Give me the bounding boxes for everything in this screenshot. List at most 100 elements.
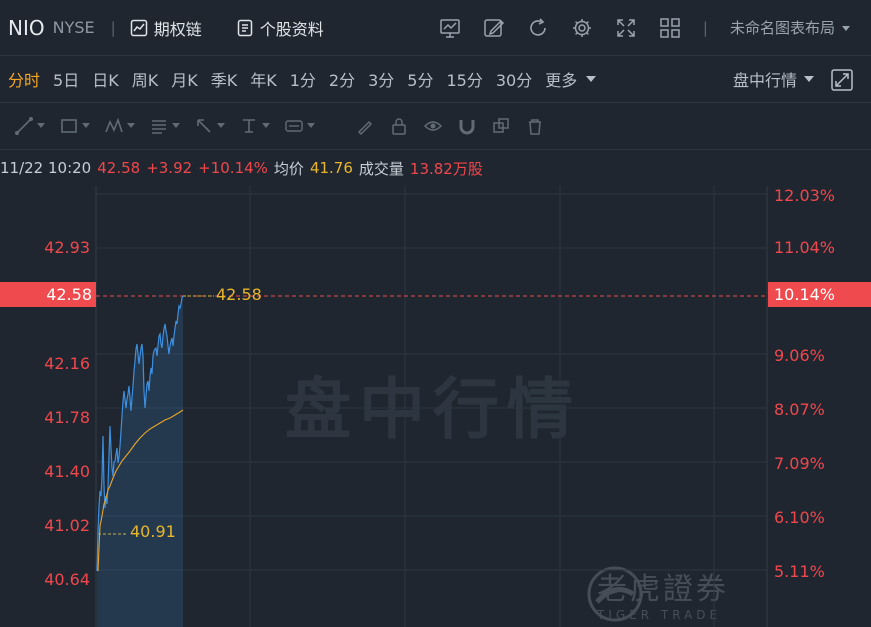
brush-icon	[357, 120, 373, 136]
options-chain-button[interactable]: 期权链	[130, 16, 202, 40]
fib-icon	[152, 120, 166, 134]
percent-axis-tick: 5.11%	[774, 562, 825, 581]
visibility-icon	[423, 121, 443, 131]
period-tab[interactable]: 分时	[8, 67, 40, 91]
caret-down-icon	[262, 123, 270, 128]
fib-tool[interactable]	[149, 116, 180, 136]
quote-price: 42.58	[97, 159, 141, 177]
percent-axis-tick: 12.03%	[774, 186, 836, 205]
period-tab[interactable]: 5分	[407, 67, 433, 91]
volume-value: 13.82万股	[409, 159, 483, 178]
document-icon	[237, 19, 252, 36]
intraday-chart[interactable]: 盘中行情 老虎證券 TIGER TRADE 42.93 42.16 41.78 41.…	[0, 186, 871, 627]
chevron-down-icon	[842, 25, 850, 31]
brush-tool[interactable]	[355, 116, 375, 136]
period-tab[interactable]: 3分	[368, 67, 394, 91]
arrow-icon	[197, 119, 211, 133]
price-axis-tick: 41.02	[44, 516, 90, 535]
chart-settings-icon[interactable]	[439, 17, 461, 39]
last-price-inline-label: 42.58	[216, 285, 262, 304]
caret-down-icon	[82, 123, 90, 128]
clone-tool[interactable]	[491, 116, 511, 136]
arrow-tool[interactable]	[194, 116, 225, 136]
session-label: 盘中行情	[732, 71, 797, 90]
price-axis-tick: 42.16	[44, 354, 90, 373]
trend-line-tool[interactable]	[14, 116, 45, 136]
avg-price-label: 均价	[273, 159, 304, 178]
edit-icon[interactable]	[483, 17, 505, 39]
trend-line-icon	[15, 117, 33, 135]
caret-down-icon	[37, 123, 45, 128]
period-tab[interactable]: 日K	[92, 67, 119, 91]
stock-profile-label: 个股资料	[259, 19, 324, 39]
price-axis-tick: 42.93	[44, 238, 90, 257]
layout-name: 未命名图表布局	[729, 19, 835, 37]
price-axis-tick: 41.40	[44, 462, 90, 481]
grid-layout-icon[interactable]	[659, 17, 681, 39]
chevron-down-icon	[804, 76, 814, 82]
drawing-toolbar	[0, 103, 871, 150]
avg-price-value: 41.76	[309, 159, 353, 177]
session-selector[interactable]: 盘中行情	[733, 56, 815, 102]
period-tab[interactable]: 5日	[53, 67, 79, 91]
trash-icon	[529, 119, 541, 135]
price-axis-tick: 40.64	[44, 570, 90, 589]
magnet-icon	[459, 120, 475, 135]
price-axis-tick: 41.78	[44, 408, 90, 427]
period-tab[interactable]: 年K	[250, 67, 277, 91]
period-tab[interactable]: 月K	[171, 67, 198, 91]
quote-info-bar: 11/22 10:20 42.58 +3.92 +10.14% 均价 41.76…	[0, 152, 871, 184]
fullscreen-icon[interactable]	[615, 17, 637, 39]
price-label-icon	[285, 120, 303, 132]
percent-axis-tick: 11.04%	[774, 238, 836, 257]
options-chain-icon	[130, 19, 147, 36]
chart-canvas	[95, 186, 768, 627]
text-icon	[243, 119, 255, 133]
percent-axis-tick: 9.06%	[774, 346, 825, 365]
caret-down-icon	[217, 123, 225, 128]
quote-change: +3.92	[146, 159, 193, 177]
lock-tool[interactable]	[389, 116, 409, 136]
percent-axis-tick: 7.09%	[774, 454, 825, 473]
quote-change-pct: +10.14%	[198, 159, 268, 177]
volume-label: 成交量	[358, 159, 404, 178]
caret-down-icon	[172, 123, 180, 128]
text-tool[interactable]	[239, 116, 270, 136]
visibility-tool[interactable]	[423, 116, 443, 136]
clone-icon	[493, 118, 509, 133]
gear-icon[interactable]	[571, 17, 593, 39]
toolbar-separator: |	[702, 18, 708, 37]
expand-icon[interactable]	[831, 69, 853, 91]
caret-down-icon	[127, 123, 135, 128]
period-tab[interactable]: 季K	[211, 67, 238, 91]
quote-datetime: 11/22 10:20	[0, 159, 92, 177]
percent-axis-tick: 8.07%	[774, 400, 825, 419]
magnet-tool[interactable]	[457, 116, 477, 136]
caret-down-icon	[307, 123, 315, 128]
percent-axis-tick: 6.10%	[774, 508, 825, 527]
rectangle-tool[interactable]	[59, 116, 90, 136]
trash-tool[interactable]	[525, 116, 545, 136]
period-tab[interactable]: 30分	[496, 67, 532, 91]
stock-profile-button[interactable]: 个股资料	[236, 16, 324, 40]
chevron-down-icon	[586, 76, 597, 82]
period-tab[interactable]: 15分	[446, 67, 482, 91]
period-tab[interactable]: 更多	[545, 67, 577, 91]
exchange: NYSE	[52, 18, 95, 37]
period-tab[interactable]: 周K	[132, 67, 159, 91]
period-tab[interactable]: 1分	[290, 67, 316, 91]
pattern-tool[interactable]	[104, 116, 135, 136]
refresh-icon[interactable]	[527, 17, 549, 39]
layout-selector[interactable]: 未命名图表布局	[730, 17, 851, 38]
toolbar-icons: | 未命名图表布局	[439, 0, 851, 55]
open-price-inline-label: 40.91	[130, 522, 176, 541]
last-price-tag: 42.58	[0, 282, 96, 307]
price-label-tool[interactable]	[284, 116, 315, 136]
pattern-icon	[105, 117, 123, 133]
last-pct-tag: 10.14%	[768, 282, 871, 307]
options-chain-label: 期权链	[153, 19, 202, 39]
symbol[interactable]: NIO	[8, 16, 45, 40]
last-price-tag-text: 42.58	[46, 285, 92, 304]
period-tab[interactable]: 2分	[329, 67, 355, 91]
lock-icon	[392, 118, 406, 135]
